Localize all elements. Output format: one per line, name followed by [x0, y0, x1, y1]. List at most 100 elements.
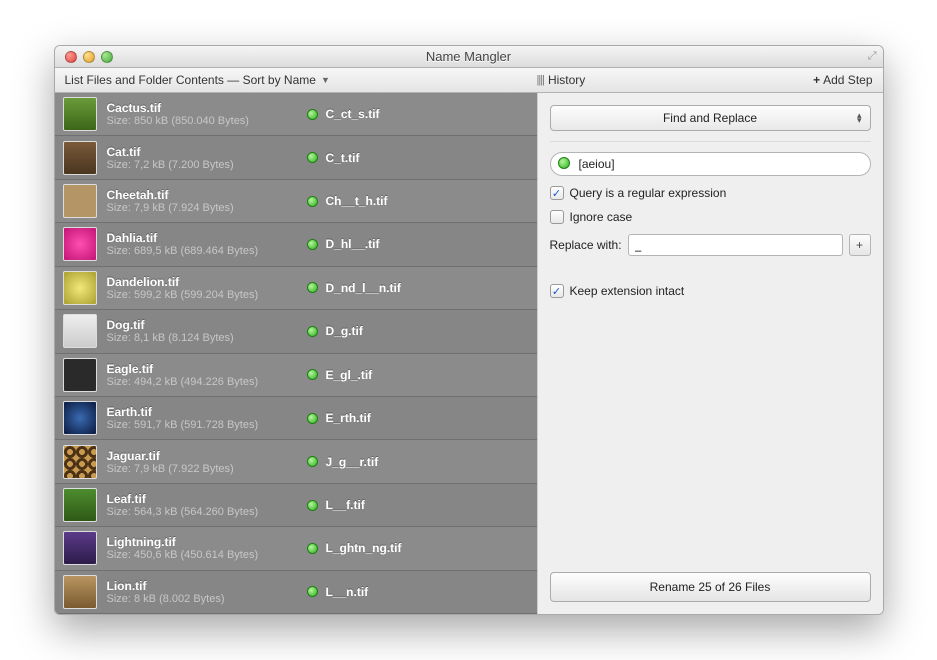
file-size: Size: 7,9 kB (7.924 Bytes): [107, 202, 307, 214]
file-new-name: C_ct_s.tif: [326, 107, 380, 121]
rename-button-label: Rename 25 of 26 Files: [650, 580, 771, 594]
file-name: Lightning.tif: [107, 535, 307, 549]
file-thumbnail: [63, 271, 97, 305]
file-new-name: D_hl__.tif: [326, 237, 380, 251]
history-label: History: [548, 73, 585, 87]
file-new-name: L_ghtn_ng.tif: [326, 541, 402, 555]
titlebar: Name Mangler ⤢: [55, 46, 883, 68]
file-size: Size: 7,2 kB (7.200 Bytes): [107, 159, 307, 171]
ignorecase-label: Ignore case: [570, 210, 633, 224]
app-window: Name Mangler ⤢ List Files and Folder Con…: [54, 45, 884, 615]
file-thumbnail: [63, 488, 97, 522]
file-row[interactable]: Lion.tifSize: 8 kB (8.002 Bytes) L__n.tif: [55, 571, 537, 614]
status-led-icon: [558, 157, 570, 169]
status-dot-icon: [307, 196, 318, 207]
file-name: Lion.tif: [107, 579, 307, 593]
file-new-name: E_gl_.tif: [326, 368, 373, 382]
file-size: Size: 450,6 kB (450.614 Bytes): [107, 549, 307, 561]
file-new-name: J_g__r.tif: [326, 455, 379, 469]
file-size: Size: 7,9 kB (7.922 Bytes): [107, 463, 307, 475]
status-dot-icon: [307, 282, 318, 293]
file-row[interactable]: Cactus.tifSize: 850 kB (850.040 Bytes)C_…: [55, 93, 537, 136]
file-new-name: D_nd_l__n.tif: [326, 281, 401, 295]
regex-label: Query is a regular expression: [570, 186, 727, 200]
file-thumbnail: [63, 401, 97, 435]
file-name: Dandelion.tif: [107, 275, 307, 289]
status-dot-icon: [307, 152, 318, 163]
search-input[interactable]: [550, 152, 871, 176]
file-row[interactable]: Lightning.tifSize: 450,6 kB (450.614 Byt…: [55, 527, 537, 570]
file-name: Eagle.tif: [107, 362, 307, 376]
file-name: Dahlia.tif: [107, 231, 307, 245]
file-new-name: C_t.tif: [326, 151, 360, 165]
updown-icon: ▴▾: [857, 113, 862, 123]
file-thumbnail: [63, 531, 97, 565]
file-row[interactable]: Dahlia.tifSize: 689,5 kB (689.464 Bytes)…: [55, 223, 537, 266]
file-size: Size: 564,3 kB (564.260 Bytes): [107, 506, 307, 518]
file-row[interactable]: Leaf.tifSize: 564,3 kB (564.260 Bytes)L_…: [55, 484, 537, 527]
file-row[interactable]: Dandelion.tifSize: 599,2 kB (599.204 Byt…: [55, 267, 537, 310]
file-thumbnail: [63, 141, 97, 175]
file-name: Earth.tif: [107, 405, 307, 419]
file-thumbnail: [63, 358, 97, 392]
status-dot-icon: [307, 456, 318, 467]
add-step-button[interactable]: + Add Step: [813, 73, 872, 87]
operation-dropdown[interactable]: Find and Replace ▴▾: [550, 105, 871, 131]
file-thumbnail: [63, 445, 97, 479]
status-dot-icon: [307, 586, 318, 597]
status-dot-icon: [307, 109, 318, 120]
replace-label: Replace with:: [550, 238, 622, 252]
operation-label: Find and Replace: [663, 111, 757, 125]
file-row[interactable]: Eagle.tifSize: 494,2 kB (494.226 Bytes) E…: [55, 354, 537, 397]
keep-ext-checkbox-row[interactable]: ✓ Keep extension intact: [550, 284, 871, 298]
replace-input[interactable]: [628, 234, 843, 256]
toolbar: List Files and Folder Contents — Sort by…: [55, 68, 883, 93]
file-name: Dog.tif: [107, 318, 307, 332]
file-size: Size: 591,7 kB (591.728 Bytes): [107, 419, 307, 431]
status-dot-icon: [307, 369, 318, 380]
file-new-name: Ch__t_h.tif: [326, 194, 388, 208]
regex-checkbox-row[interactable]: ✓ Query is a regular expression: [550, 186, 871, 200]
file-new-name: L__n.tif: [326, 585, 369, 599]
file-name: Cat.tif: [107, 145, 307, 159]
file-name: Jaguar.tif: [107, 449, 307, 463]
file-row[interactable]: Cheetah.tifSize: 7,9 kB (7.924 Bytes) Ch_…: [55, 180, 537, 223]
keep-ext-label: Keep extension intact: [570, 284, 685, 298]
add-step-label: Add Step: [823, 73, 872, 87]
chevron-down-icon: ▼: [321, 75, 330, 85]
file-size: Size: 8,1 kB (8.124 Bytes): [107, 332, 307, 344]
ignorecase-checkbox[interactable]: [550, 210, 564, 224]
file-name: Cheetah.tif: [107, 188, 307, 202]
file-row[interactable]: Cat.tifSize: 7,2 kB (7.200 Bytes) C_t.tif: [55, 136, 537, 179]
file-list[interactable]: Cactus.tifSize: 850 kB (850.040 Bytes)C_…: [55, 93, 537, 614]
regex-checkbox[interactable]: ✓: [550, 186, 564, 200]
settings-panel: Find and Replace ▴▾ ✓ Query is a regular…: [537, 93, 883, 614]
plus-icon: +: [813, 73, 820, 87]
file-size: Size: 8 kB (8.002 Bytes): [107, 593, 307, 605]
file-new-name: L__f.tif: [326, 498, 365, 512]
status-dot-icon: [307, 543, 318, 554]
file-size: Size: 494,2 kB (494.226 Bytes): [107, 376, 307, 388]
file-thumbnail: [63, 575, 97, 609]
file-size: Size: 599,2 kB (599.204 Bytes): [107, 289, 307, 301]
file-row[interactable]: Earth.tifSize: 591,7 kB (591.728 Bytes)E…: [55, 397, 537, 440]
history-button[interactable]: |||| History: [537, 73, 586, 87]
status-dot-icon: [307, 413, 318, 424]
list-mode-menu[interactable]: List Files and Folder Contents — Sort by…: [55, 73, 537, 87]
file-new-name: D_g.tif: [326, 324, 363, 338]
rename-button[interactable]: Rename 25 of 26 Files: [550, 572, 871, 602]
file-thumbnail: [63, 184, 97, 218]
keep-ext-checkbox[interactable]: ✓: [550, 284, 564, 298]
file-thumbnail: [63, 227, 97, 261]
ignorecase-checkbox-row[interactable]: Ignore case: [550, 210, 871, 224]
resize-icon: ⤢: [868, 50, 877, 63]
status-dot-icon: [307, 500, 318, 511]
file-row[interactable]: Dog.tifSize: 8,1 kB (8.124 Bytes) D_g.tif: [55, 310, 537, 353]
status-dot-icon: [307, 239, 318, 250]
window-title: Name Mangler: [55, 49, 883, 64]
file-name: Cactus.tif: [107, 101, 307, 115]
history-icon: ||||: [537, 74, 544, 86]
file-row[interactable]: Jaguar.tifSize: 7,9 kB (7.922 Bytes) J_g_…: [55, 440, 537, 483]
add-replace-button[interactable]: +: [849, 234, 871, 256]
file-thumbnail: [63, 314, 97, 348]
